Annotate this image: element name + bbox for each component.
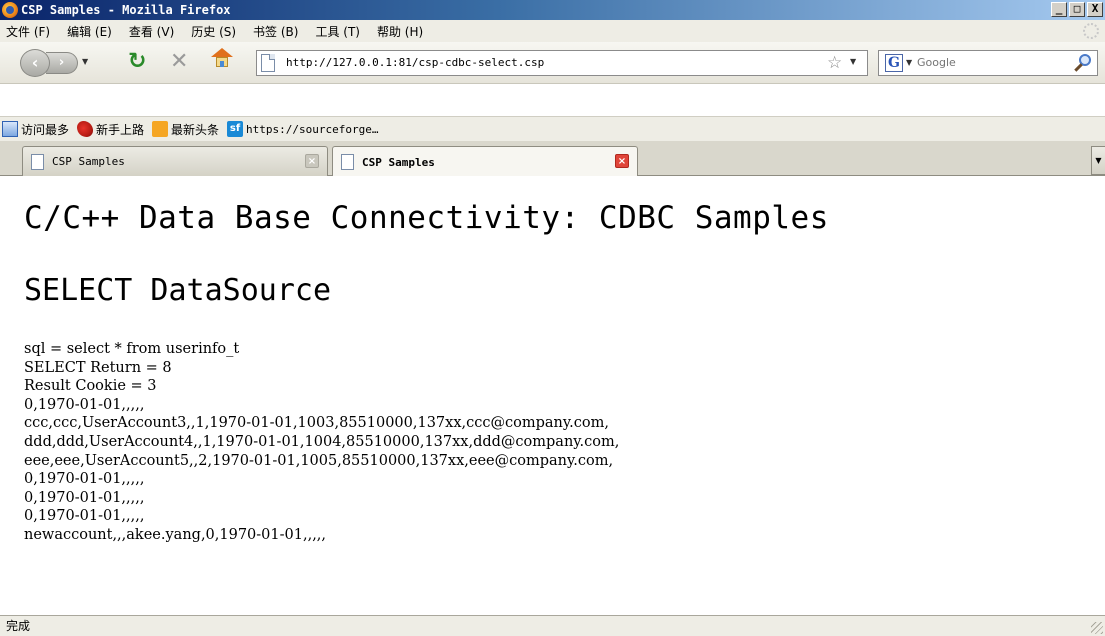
bookmark-label: 访问最多 (21, 122, 70, 137)
menu-history[interactable]: 历史 (S) (191, 23, 236, 40)
reload-icon: ↻ (128, 49, 147, 74)
tab-csp-samples-2[interactable]: CSP Samples × (332, 146, 638, 177)
window-controls: _ □ X (1051, 2, 1103, 17)
activity-throbber-icon (1083, 23, 1099, 39)
rss-icon (152, 121, 169, 137)
history-dropdown-icon[interactable]: ▼ (82, 57, 88, 66)
bookmark-label: 最新头条 (171, 122, 220, 137)
home-icon-door (220, 61, 224, 67)
menu-view[interactable]: 查看 (V) (129, 23, 174, 40)
minimize-button[interactable]: _ (1051, 2, 1067, 17)
chevron-down-icon: ▼ (1095, 156, 1102, 165)
menu-bar: 文件 (F) 编辑 (E) 查看 (V) 历史 (S) 书签 (B) 工具 (T… (0, 20, 1105, 42)
search-input[interactable] (917, 56, 1067, 69)
close-tab-icon[interactable]: × (615, 154, 629, 168)
bookmark-sourceforge[interactable]: sf https://sourceforge… (227, 121, 379, 137)
magnifier-handle (1074, 63, 1083, 72)
output-line: 0,1970-01-01,,,,, (24, 471, 145, 488)
back-icon: ‹ (31, 53, 39, 72)
reload-button[interactable]: ↻ (128, 50, 146, 74)
page-icon (31, 153, 44, 170)
bookmark-label: 新手上路 (96, 122, 145, 137)
navigation-toolbar: › ‹ ▼ ↻ ✕ http://127.0.0.1:81/csp-cdbc-s… (0, 42, 1105, 84)
tab-label: CSP Samples (52, 155, 125, 168)
home-icon (211, 48, 233, 57)
url-text[interactable]: http://127.0.0.1:81/csp-cdbc-select.csp (286, 56, 544, 69)
output-line: SELECT Return = 8 (24, 359, 172, 376)
search-bar[interactable]: G ▼ (878, 50, 1098, 76)
most-visited-icon (2, 121, 18, 137)
output-line: Result Cookie = 3 (24, 378, 157, 395)
maximize-button[interactable]: □ (1069, 2, 1085, 17)
bookmark-latest-headlines[interactable]: 最新头条 (152, 121, 219, 138)
window-titlebar: CSP Samples - Mozilla Firefox _ □ X (0, 0, 1105, 20)
close-window-button[interactable]: X (1087, 2, 1103, 17)
back-forward-group: › ‹ ▼ (20, 49, 116, 77)
address-bar[interactable]: http://127.0.0.1:81/csp-cdbc-select.csp … (256, 50, 868, 76)
bookmark-getting-started[interactable]: 新手上路 (77, 121, 144, 138)
magnifier-icon[interactable] (1073, 53, 1093, 73)
home-button[interactable] (211, 48, 233, 69)
menu-bookmarks[interactable]: 书签 (B) (253, 23, 298, 40)
menu-help[interactable]: 帮助 (H) (377, 23, 423, 40)
getting-started-icon (77, 121, 94, 137)
sourceforge-icon: sf (227, 121, 244, 137)
back-button[interactable]: ‹ (20, 49, 50, 77)
output-line: ddd,ddd,UserAccount4,,1,1970-01-01,1004,… (24, 433, 620, 450)
output-line: ccc,ccc,UserAccount3,,1,1970-01-01,1003,… (24, 415, 609, 432)
section-heading: SELECT DataSource (24, 273, 332, 308)
tab-label: CSP Samples (362, 155, 435, 169)
resize-grip-icon[interactable] (1091, 622, 1103, 634)
menu-tools[interactable]: 工具 (T) (315, 23, 360, 40)
page-icon (341, 154, 354, 170)
window-title: CSP Samples - Mozilla Firefox (21, 3, 231, 17)
output-line: 0,1970-01-01,,,,, (24, 396, 145, 413)
tab-csp-samples-1[interactable]: CSP Samples × (22, 146, 328, 176)
star-icon[interactable]: ☆ (827, 52, 842, 74)
page-content: C/C++ Data Base Connectivity: CDBC Sampl… (0, 176, 1105, 615)
status-bar: 完成 (0, 615, 1105, 636)
forward-button[interactable]: › (46, 52, 78, 74)
output-line: 0,1970-01-01,,,,, (24, 508, 145, 525)
page-icon (261, 54, 275, 72)
menu-edit[interactable]: 编辑 (E) (67, 23, 112, 40)
menu-file[interactable]: 文件 (F) (6, 23, 50, 40)
page-title: C/C++ Data Base Connectivity: CDBC Sampl… (24, 200, 829, 236)
bookmark-label: https://sourceforge… (246, 122, 379, 136)
tab-list-button[interactable]: ▼ (1091, 146, 1105, 175)
bookmarks-toolbar: 访问最多 新手上路 最新头条 sf https://sourceforge… (0, 116, 1105, 141)
query-output: sql = select * from userinfo_t SELECT Re… (24, 340, 619, 545)
firefox-icon (2, 2, 18, 18)
url-dropdown-icon[interactable]: ▼ (850, 57, 856, 66)
search-engine-icon[interactable]: G (885, 54, 903, 72)
close-tab-icon[interactable]: × (305, 154, 319, 168)
status-text: 完成 (6, 619, 31, 633)
stop-icon: ✕ (170, 49, 189, 74)
bookmark-most-visited[interactable]: 访问最多 (2, 121, 69, 138)
output-line: sql = select * from userinfo_t (24, 341, 240, 357)
tab-bar: CSP Samples × CSP Samples × ▼ (0, 141, 1105, 177)
output-line: newaccount,,,akee.yang,0,1970-01-01,,,,, (24, 526, 327, 543)
output-line: 0,1970-01-01,,,,, (24, 489, 145, 506)
engine-dropdown-icon[interactable]: ▼ (906, 58, 912, 67)
output-line: eee,eee,UserAccount5,,2,1970-01-01,1005,… (24, 452, 614, 469)
forward-icon: › (58, 55, 65, 70)
stop-button[interactable]: ✕ (170, 50, 188, 74)
